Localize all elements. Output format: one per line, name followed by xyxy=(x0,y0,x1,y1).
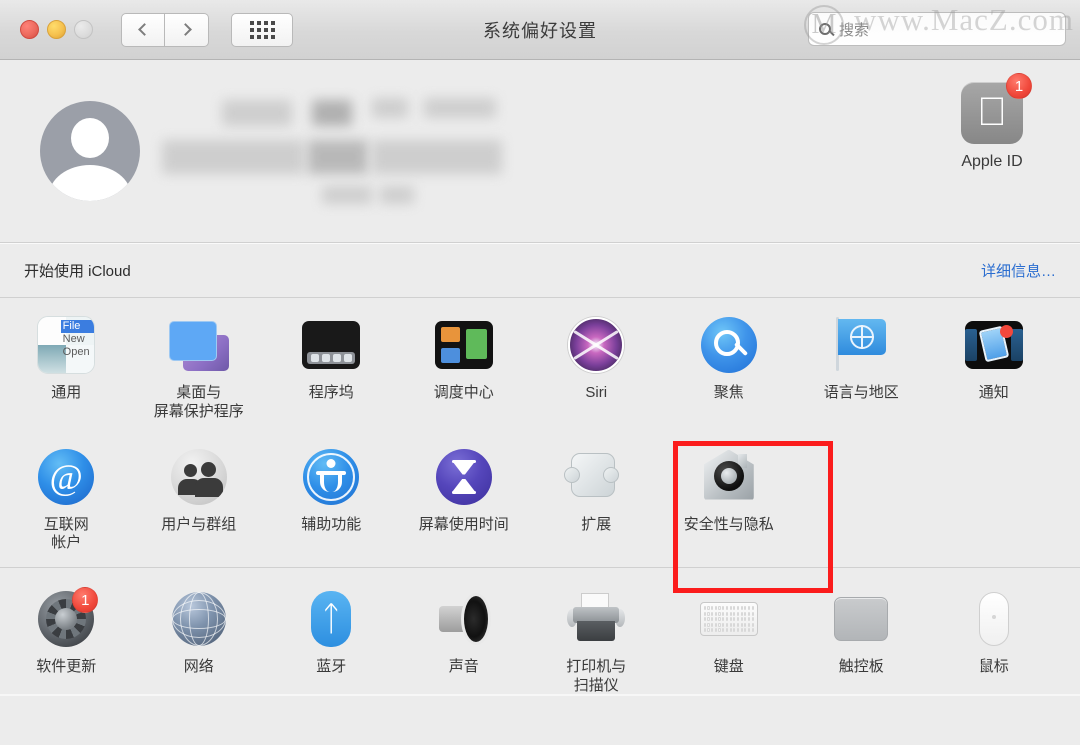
account-name-redacted xyxy=(162,96,522,206)
pane-dock[interactable]: 程序坞 xyxy=(265,308,398,422)
pane-security-privacy[interactable]: 安全性与隐私 xyxy=(663,440,796,554)
internet-accounts-icon: @ xyxy=(38,448,95,505)
pane-mission-control[interactable]: 调度中心 xyxy=(398,308,531,422)
search-placeholder: 搜索 xyxy=(839,21,870,39)
pane-label: 键盘 xyxy=(713,658,744,675)
pane-internet-accounts[interactable]: @ 互联网 帐户 xyxy=(0,440,133,554)
icloud-text: 开始使用 iCloud xyxy=(24,262,131,280)
pane-label: 打印机与 扫描仪 xyxy=(566,658,627,694)
search-icon xyxy=(819,23,831,35)
pane-label: Siri xyxy=(585,384,608,401)
pane-label: 触控板 xyxy=(838,658,884,675)
pane-label: 用户与群组 xyxy=(161,515,237,533)
icloud-row: 开始使用 iCloud 详细信息… xyxy=(0,242,1080,298)
network-icon xyxy=(171,592,226,646)
pane-empty-1 xyxy=(795,440,928,554)
pane-row-1: File New Open 通用 桌面与 屏幕保护程序 程序坞 调度中心 Sir… xyxy=(0,308,1080,422)
pane-empty-2 xyxy=(928,440,1061,554)
pane-section-hardware: 1 软件更新 网络 ᛏ 蓝牙 声音 打印机与 扫描仪 键盘 触控板 鼠标 xyxy=(0,567,1080,696)
apple-logo-icon:  1 xyxy=(961,73,1032,144)
pane-printers-scanners[interactable]: 打印机与 扫描仪 xyxy=(530,582,663,696)
users-groups-icon xyxy=(170,448,227,505)
apple-id-badge: 1 xyxy=(1006,73,1032,99)
pane-mouse[interactable]: 鼠标 xyxy=(928,582,1061,696)
pane-label: 程序坞 xyxy=(308,384,354,401)
pane-section-personal: File New Open 通用 桌面与 屏幕保护程序 程序坞 调度中心 Sir… xyxy=(0,298,1080,553)
window-titlebar: 系统偏好设置 搜索 M www.MacZ.com xyxy=(0,0,1080,60)
pane-label: 桌面与 屏幕保护程序 xyxy=(153,384,244,420)
pane-network[interactable]: 网络 xyxy=(133,582,266,696)
pane-trackpad[interactable]: 触控板 xyxy=(795,582,928,696)
search-input[interactable]: 搜索 xyxy=(808,12,1066,46)
pane-label: 屏幕使用时间 xyxy=(418,515,509,533)
pane-label: 鼠标 xyxy=(978,658,1009,675)
pane-keyboard[interactable]: 键盘 xyxy=(663,582,796,696)
pane-label: 通用 xyxy=(51,384,82,401)
siri-icon xyxy=(568,317,625,373)
pane-label: 通知 xyxy=(978,384,1009,401)
mouse-icon xyxy=(978,592,1009,646)
notifications-icon xyxy=(964,321,1023,369)
pane-label: 扩展 xyxy=(581,515,612,533)
language-region-icon xyxy=(832,317,890,373)
pane-siri[interactable]: Siri xyxy=(530,308,663,422)
pane-bluetooth[interactable]: ᛏ 蓝牙 xyxy=(265,582,398,696)
pane-row-2: @ 互联网 帐户 用户与群组 辅助功能 屏幕使用时间 扩展 安全性与隐私 xyxy=(0,440,1080,554)
pane-label: 调度中心 xyxy=(433,384,494,401)
keyboard-icon xyxy=(699,602,758,636)
pane-sound[interactable]: 声音 xyxy=(398,582,531,696)
dock-icon xyxy=(302,321,361,369)
desktop-screensaver-icon xyxy=(168,319,229,371)
pane-general[interactable]: File New Open 通用 xyxy=(0,308,133,422)
pane-label: 安全性与隐私 xyxy=(683,515,774,533)
apple-id-pane[interactable]:  1 Apple ID xyxy=(932,73,1052,171)
bluetooth-icon: ᛏ xyxy=(311,591,352,647)
user-avatar-icon[interactable] xyxy=(40,101,140,201)
system-preferences-window: 系统偏好设置 搜索 M www.MacZ.com  1 xyxy=(0,0,1080,745)
pane-spotlight[interactable]: 聚焦 xyxy=(663,308,796,422)
software-update-icon: 1 xyxy=(38,587,99,647)
pane-desktop-screensaver[interactable]: 桌面与 屏幕保护程序 xyxy=(133,308,266,422)
pane-label: 蓝牙 xyxy=(316,658,347,675)
pane-label: 软件更新 xyxy=(36,658,97,675)
screen-time-icon xyxy=(435,448,492,505)
apple-glyph:  xyxy=(977,92,1007,132)
spotlight-icon xyxy=(700,317,757,373)
pane-screen-time[interactable]: 屏幕使用时间 xyxy=(398,440,531,554)
extensions-icon xyxy=(564,451,623,503)
general-icon: File New Open xyxy=(37,316,96,374)
account-banner:  1 Apple ID xyxy=(0,60,1080,242)
pane-extensions[interactable]: 扩展 xyxy=(530,440,663,554)
pane-label: 互联网 帐户 xyxy=(43,515,89,552)
icloud-details-link[interactable]: 详细信息… xyxy=(981,260,1056,281)
pane-label: 辅助功能 xyxy=(301,515,362,533)
pane-users-groups[interactable]: 用户与群组 xyxy=(133,440,266,554)
pane-notifications[interactable]: 通知 xyxy=(928,308,1061,422)
pane-label: 网络 xyxy=(183,658,214,675)
software-update-badge: 1 xyxy=(72,587,99,613)
pane-label: 聚焦 xyxy=(713,384,744,401)
trackpad-icon xyxy=(834,597,889,641)
security-privacy-icon xyxy=(701,449,757,504)
printers-scanners-icon xyxy=(567,593,626,645)
pane-accessibility[interactable]: 辅助功能 xyxy=(265,440,398,554)
pane-row-3: 1 软件更新 网络 ᛏ 蓝牙 声音 打印机与 扫描仪 键盘 触控板 鼠标 xyxy=(0,582,1080,696)
pane-language-region[interactable]: 语言与地区 xyxy=(795,308,928,422)
apple-id-label: Apple ID xyxy=(961,153,1023,170)
accessibility-icon xyxy=(303,448,360,505)
sound-icon xyxy=(435,593,493,645)
pane-label: 声音 xyxy=(448,658,479,675)
pane-software-update[interactable]: 1 软件更新 xyxy=(0,582,133,696)
mission-control-icon xyxy=(434,321,493,369)
pane-label: 语言与地区 xyxy=(823,384,899,401)
